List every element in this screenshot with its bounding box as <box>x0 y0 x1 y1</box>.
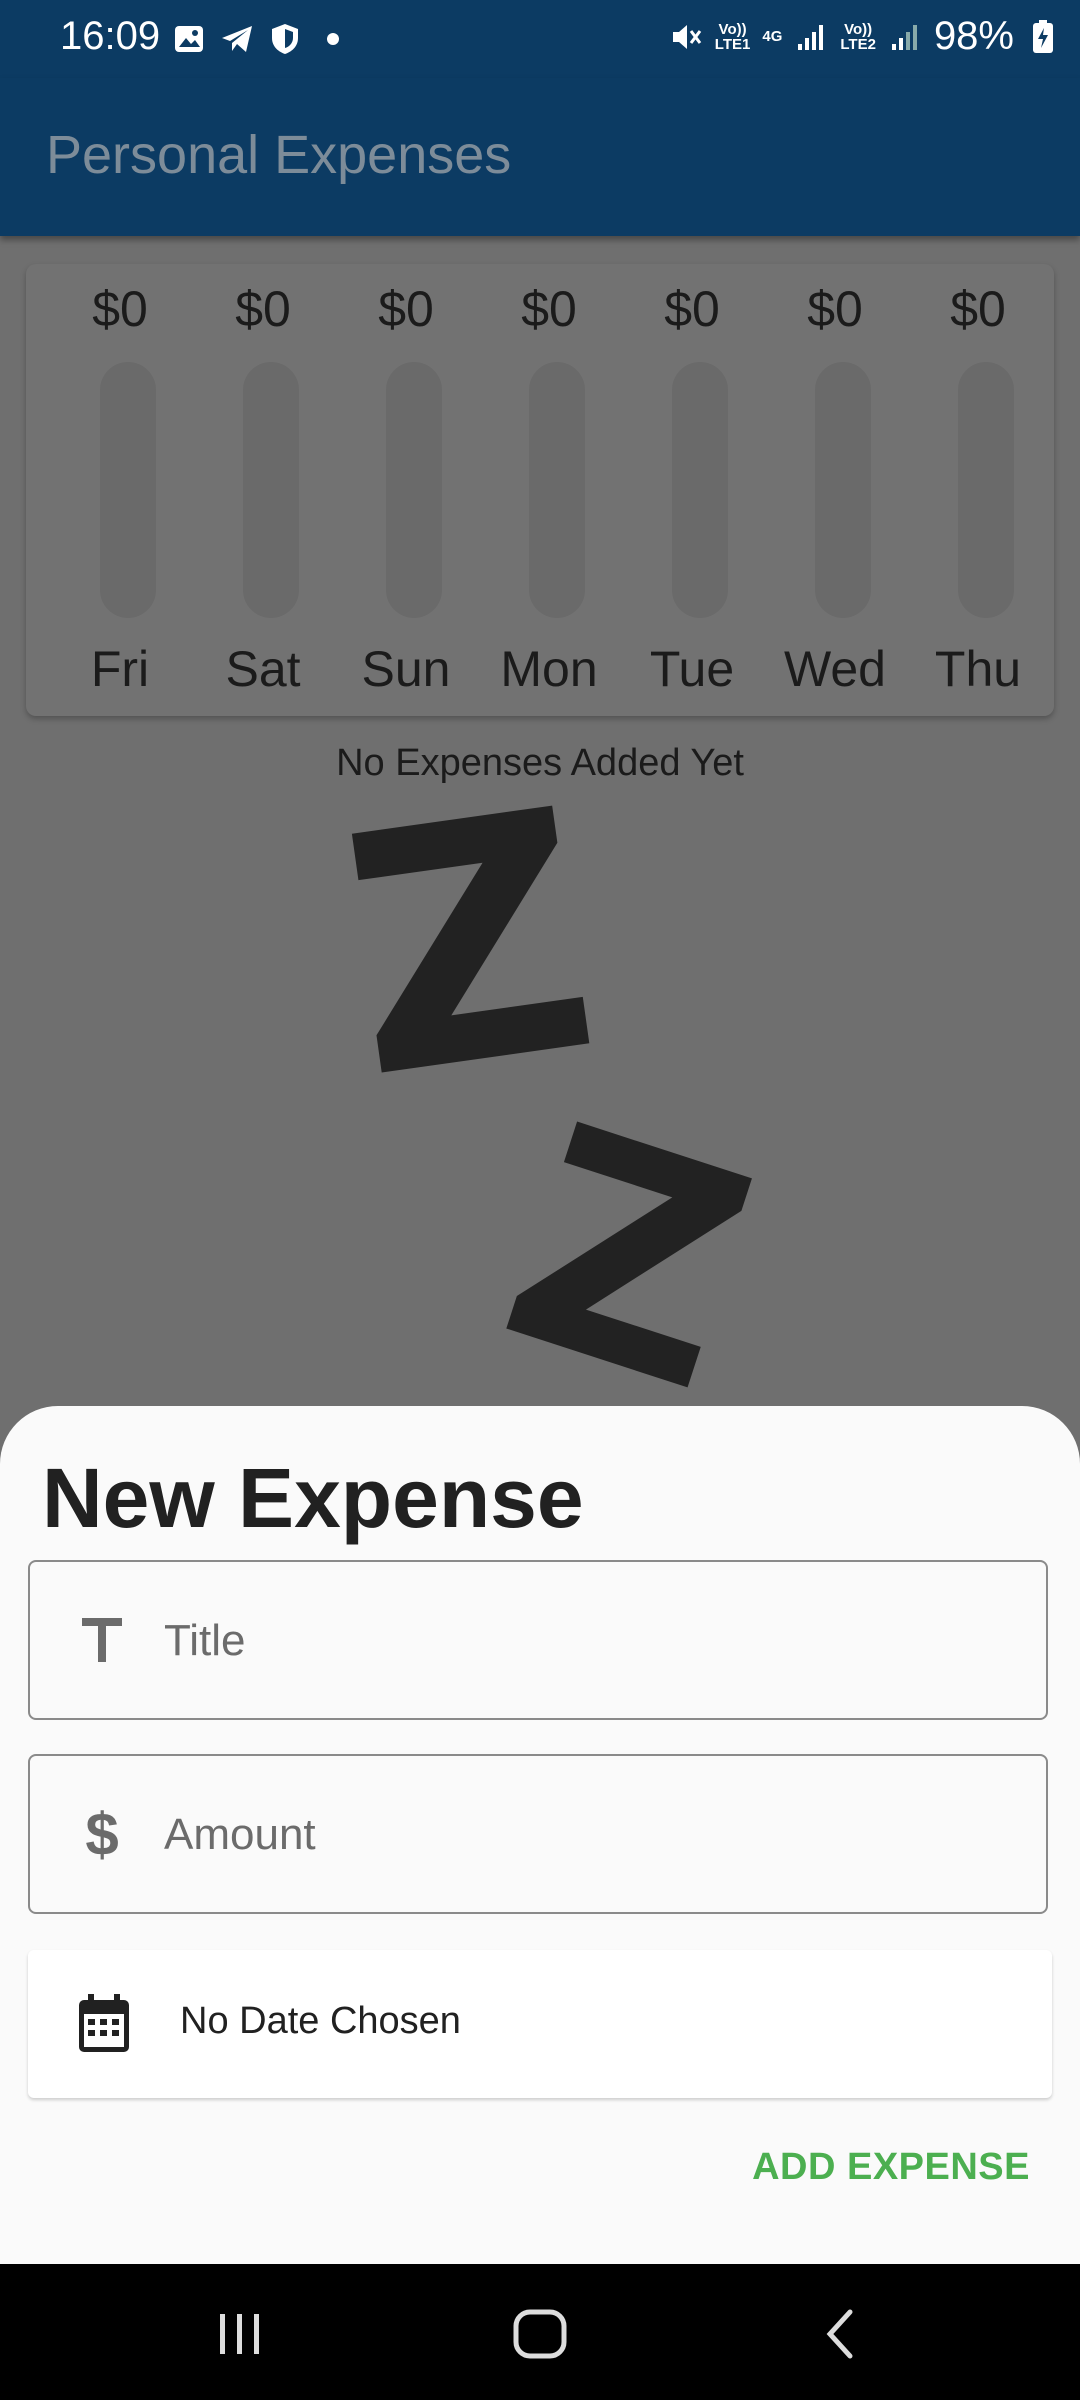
chart-bar-tue: $0 Tue <box>632 264 752 716</box>
chart-bar-thu: $0 Thu <box>918 264 1038 716</box>
bar-track <box>672 362 728 618</box>
bar-amount-label: $0 <box>950 281 1006 337</box>
status-icons-right: Vo)) LTE1 4G Vo)) LTE2 98% <box>669 14 1060 59</box>
bar-amount-label: $0 <box>92 281 148 337</box>
navigation-bar <box>0 2264 1080 2400</box>
title-input[interactable] <box>162 1600 1006 1682</box>
add-expense-button[interactable]: ADD EXPENSE <box>752 2146 1030 2189</box>
text-title-icon <box>72 1610 132 1670</box>
bar-track <box>815 362 871 618</box>
bar-amount-label: $0 <box>235 281 291 337</box>
bar-day-label: Sat <box>225 641 301 697</box>
mute-icon <box>669 20 703 54</box>
sheet-title: New Expense <box>42 1451 584 1545</box>
back-icon[interactable] <box>810 2302 874 2366</box>
bar-track <box>386 362 442 618</box>
sleeping-z-illustration-2: Z <box>471 1059 787 1460</box>
title-field[interactable] <box>28 1560 1048 1720</box>
dollar-icon: $ <box>85 1800 119 1868</box>
battery-charging-icon <box>1026 19 1060 54</box>
network-4g-label: 4G <box>762 28 783 45</box>
app-bar: Personal Expenses <box>0 78 1080 236</box>
amount-input[interactable] <box>162 1794 1006 1876</box>
battery-percent: 98% <box>933 14 1014 58</box>
chart-bar-fri: $0 Fri <box>60 264 180 716</box>
bar-amount-label: $0 <box>664 281 720 337</box>
bar-day-label: Sun <box>361 641 451 697</box>
shield-icon <box>268 22 302 56</box>
telegram-icon <box>220 22 254 56</box>
recent-apps-icon[interactable] <box>208 2302 272 2366</box>
status-time: 16:09 <box>60 14 161 58</box>
bar-amount-label: $0 <box>378 281 434 337</box>
bar-day-label: Thu <box>934 641 1022 697</box>
bar-day-label: Mon <box>500 641 598 697</box>
bar-day-label: Wed <box>784 641 886 697</box>
dot-icon <box>316 22 350 56</box>
volte-lte1-label: Vo)) LTE1 <box>714 20 751 53</box>
signal-icon <box>794 20 828 54</box>
bar-amount-label: $0 <box>521 281 577 337</box>
bar-track <box>958 362 1014 618</box>
chart-bar-wed: $0 Wed <box>775 264 895 716</box>
status-icons-left <box>172 22 350 56</box>
chart-bar-sun: $0 Sun <box>346 264 466 716</box>
date-picker-row[interactable]: No Date Chosen <box>28 1950 1052 2098</box>
weekly-chart-card: $0 Fri $0 Sat $0 Sun $0 Mon $0 Tue $0 Wed $0 Thu <box>26 264 1054 716</box>
volte-lte2-label: Vo)) LTE2 <box>840 20 876 53</box>
status-bar: 16:09 Vo)) LTE1 4G Vo)) LTE2 98% <box>0 0 1080 78</box>
bar-track <box>529 362 585 618</box>
signal-weak-icon <box>888 20 922 54</box>
bar-amount-label: $0 <box>807 281 863 337</box>
bar-track <box>100 362 156 618</box>
bar-track <box>243 362 299 618</box>
app-title: Personal Expenses <box>46 125 512 185</box>
home-icon[interactable] <box>508 2302 572 2366</box>
chart-bar-sat: $0 Sat <box>203 264 323 716</box>
image-icon <box>172 22 206 56</box>
amount-field[interactable]: $ <box>28 1754 1048 1914</box>
calendar-icon[interactable] <box>76 1994 132 2054</box>
chart-bar-mon: $0 Mon <box>489 264 609 716</box>
bar-day-label: Fri <box>90 641 150 697</box>
new-expense-sheet: New Expense $ No Date Chosen <box>0 1406 1080 2264</box>
sleeping-z-illustration: Z <box>324 738 615 1152</box>
bar-day-label: Tue <box>649 641 735 697</box>
date-chosen-text: No Date Chosen <box>180 2000 461 2042</box>
